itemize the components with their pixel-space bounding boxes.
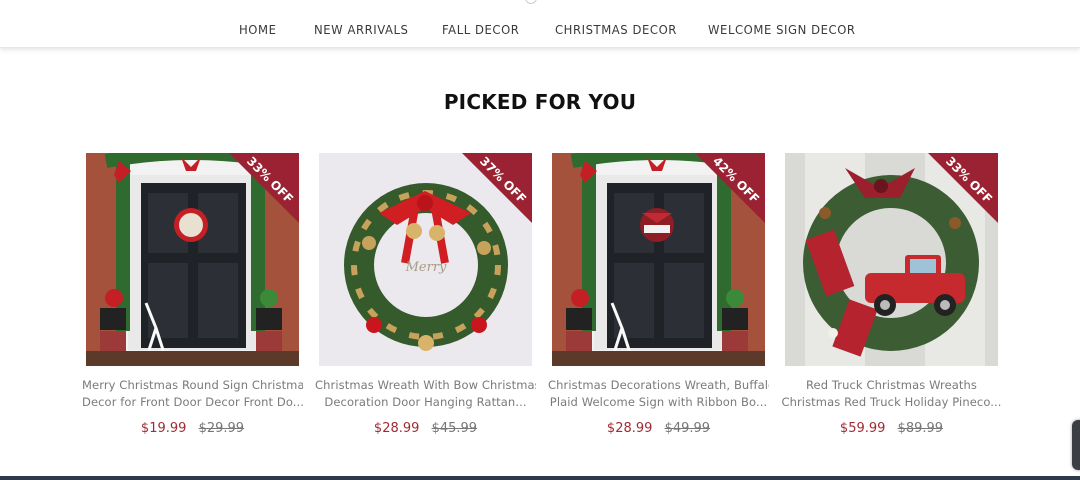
product-title[interactable]: Christmas Decorations Wreath, Buffalo Pl… [548, 377, 769, 411]
compare-price: $89.99 [897, 421, 944, 436]
compare-price: $45.99 [431, 421, 478, 436]
sale-price: $19.99 [140, 421, 187, 436]
product-title[interactable]: Red Truck Christmas Wreaths Christmas Re… [781, 377, 1002, 411]
product-image[interactable]: 42% OFF [552, 153, 765, 366]
compare-price: $49.99 [664, 421, 711, 436]
discount-badge: 37% OFF [462, 153, 532, 223]
discount-badge: 33% OFF [229, 153, 299, 223]
sale-price: $28.99 [373, 421, 420, 436]
sale-price: $28.99 [606, 421, 653, 436]
product-price: $28.99 $45.99 [319, 421, 532, 436]
svg-text:Merry: Merry [405, 260, 447, 275]
product-card[interactable]: Merry 37% OFF Christmas Wreath With Bow … [315, 153, 536, 453]
product-image[interactable]: 33% OFF [785, 153, 998, 366]
top-navigation: HOME NEW ARRIVALS FALL DECOR CHRISTMAS D… [0, 0, 1080, 48]
product-price: $28.99 $49.99 [552, 421, 765, 436]
nav-home[interactable]: HOME [239, 22, 277, 37]
footer-edge [0, 476, 1080, 480]
discount-badge: 42% OFF [695, 153, 765, 223]
product-card[interactable]: 33% OFF Merry Christmas Round Sign Chris… [82, 153, 303, 453]
nav-welcome-sign-decor[interactable]: WELCOME SIGN DECOR [708, 22, 856, 37]
compare-price: $29.99 [198, 421, 245, 436]
nav-new-arrivals[interactable]: NEW ARRIVALS [314, 22, 408, 37]
discount-badge: 33% OFF [928, 153, 998, 223]
logo-icon[interactable] [525, 0, 537, 4]
section-title: PICKED FOR YOU [443, 90, 637, 114]
product-price: $59.99 $89.99 [785, 421, 998, 436]
sale-price: $59.99 [839, 421, 886, 436]
product-card[interactable]: 33% OFF Red Truck Christmas Wreaths Chri… [781, 153, 1001, 453]
product-card[interactable]: 42% OFF Christmas Decorations Wreath, Bu… [548, 153, 769, 453]
product-image[interactable]: 33% OFF [86, 153, 299, 366]
product-title[interactable]: Merry Christmas Round Sign Christmas Dec… [82, 377, 303, 411]
main-menu: HOME NEW ARRIVALS FALL DECOR CHRISTMAS D… [0, 22, 1080, 40]
nav-christmas-decor[interactable]: CHRISTMAS DECOR [555, 22, 677, 37]
product-title[interactable]: Christmas Wreath With Bow Christmas Deco… [315, 377, 536, 411]
product-image[interactable]: Merry 37% OFF [319, 153, 532, 366]
floating-side-tab[interactable] [1072, 420, 1080, 470]
product-price: $19.99 $29.99 [86, 421, 299, 436]
nav-fall-decor[interactable]: FALL DECOR [442, 22, 519, 37]
